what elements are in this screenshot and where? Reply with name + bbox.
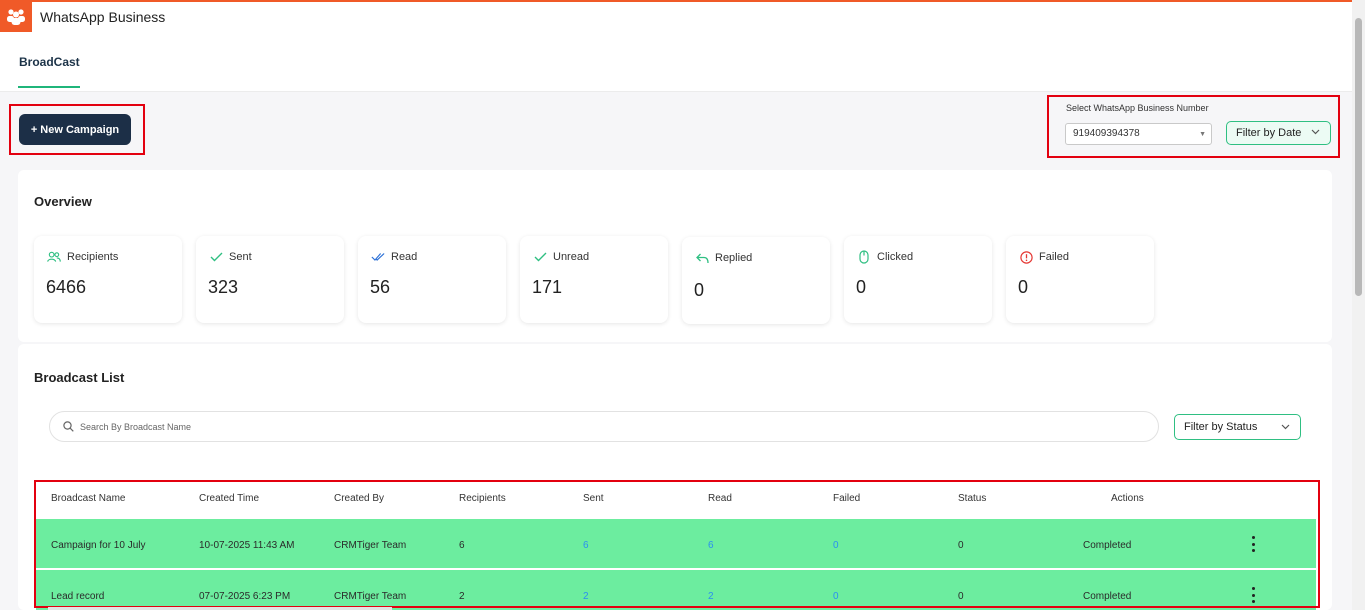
people-group-icon[interactable] — [0, 0, 32, 34]
mouse-icon — [857, 250, 871, 264]
annotation-box-table — [34, 480, 1320, 608]
stat-value: 323 — [208, 277, 239, 297]
broadcast-list-title: Broadcast List — [34, 370, 125, 385]
stat-value: 171 — [532, 277, 563, 297]
tab-bar: BroadCast — [0, 32, 1352, 92]
stat-label: Failed — [1039, 251, 1069, 263]
filter-by-status-label: Filter by Status — [1184, 421, 1258, 433]
stat-failed: Failed 0 — [1006, 236, 1154, 323]
stat-label: Unread — [553, 251, 590, 263]
check-icon — [209, 250, 223, 264]
stat-value: 56 — [370, 277, 391, 297]
search-input[interactable] — [80, 418, 1140, 436]
users-icon — [47, 250, 61, 264]
stat-value: 0 — [694, 280, 705, 300]
stat-clicked: Clicked 0 — [844, 236, 992, 323]
search-icon — [63, 421, 74, 432]
stat-value: 6466 — [46, 277, 87, 297]
stat-value: 0 — [856, 277, 867, 297]
stat-unread: Unread 171 — [520, 236, 668, 323]
overview-title: Overview — [34, 194, 92, 209]
check-icon — [533, 250, 547, 264]
annotation-box-new-campaign — [9, 104, 145, 155]
stat-replied: Replied 0 — [682, 237, 830, 324]
app-title: WhatsApp Business — [40, 9, 166, 25]
reply-icon — [695, 251, 709, 265]
stat-label: Clicked — [877, 251, 914, 263]
scrollbar-thumb[interactable] — [1355, 18, 1362, 296]
stat-label: Recipients — [67, 251, 119, 263]
active-tab-indicator — [18, 86, 80, 88]
chevron-down-icon — [1281, 424, 1290, 430]
app-header: WhatsApp Business — [0, 0, 1365, 34]
vertical-scrollbar[interactable] — [1352, 0, 1365, 610]
stat-read: Read 56 — [358, 236, 506, 323]
stat-sent: Sent 323 — [196, 236, 344, 323]
stat-label: Sent — [229, 251, 252, 263]
overview-card: Overview Recipients 6466 Sent 323 Read 5… — [18, 170, 1332, 342]
stat-label: Read — [391, 251, 418, 263]
filter-by-status-button[interactable]: Filter by Status — [1174, 414, 1301, 440]
double-check-icon — [371, 250, 385, 264]
stat-recipients: Recipients 6466 — [34, 236, 182, 323]
stat-value: 0 — [1018, 277, 1029, 297]
annotation-box-number-date — [1047, 95, 1340, 158]
search-box[interactable] — [49, 411, 1159, 442]
alert-circle-icon — [1019, 250, 1033, 264]
tab-broadcast[interactable]: BroadCast — [19, 55, 80, 69]
stat-label: Replied — [715, 252, 753, 264]
